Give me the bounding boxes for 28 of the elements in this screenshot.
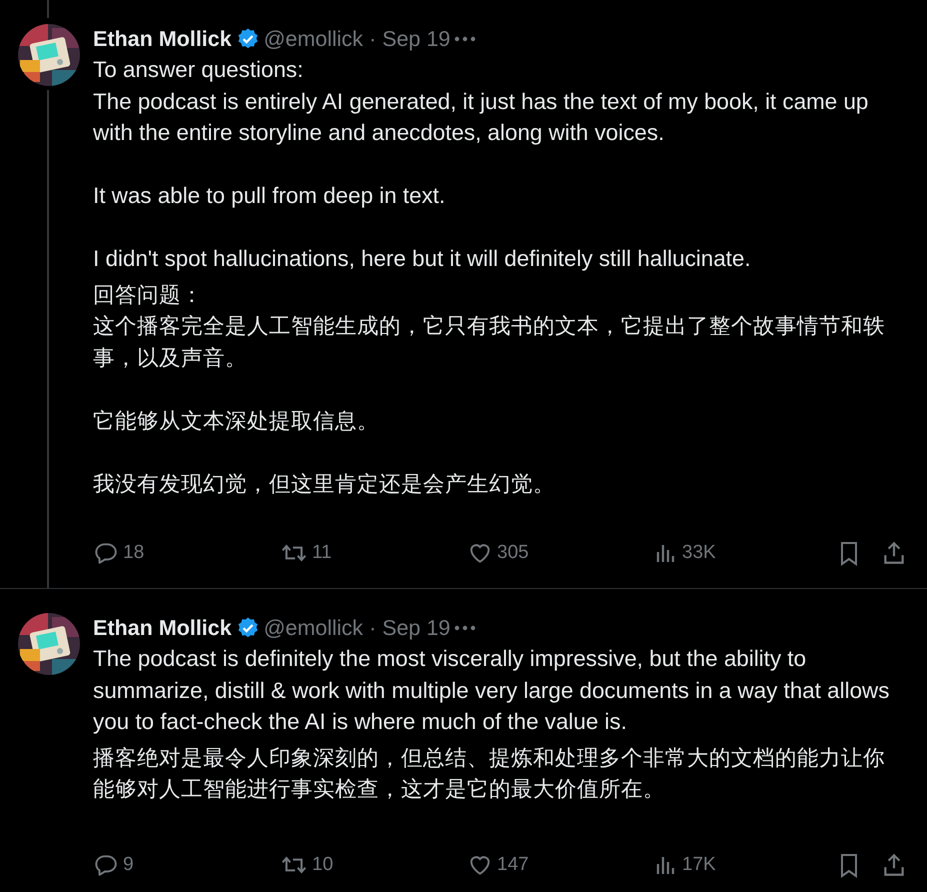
separator-dot: · — [369, 26, 376, 52]
author-handle[interactable]: @emollick — [264, 26, 364, 52]
tweet-text-line: To answer questions: — [93, 56, 304, 84]
reply-count: 9 — [123, 854, 134, 876]
tweet-date[interactable]: Sep 19 — [382, 616, 450, 640]
like-count: 147 — [497, 854, 529, 876]
repost-count: 10 — [312, 854, 334, 876]
author-handle[interactable]: @emollick — [264, 616, 364, 640]
separator-dot: · — [369, 616, 376, 640]
translated-text-line: 播客绝对是最令人印象深刻的，但总结、提炼和处理多个非常大的文档的能力让你能够对人工智能进行事实检查，这才是它的最大价值所在。 — [93, 744, 886, 803]
like-count: 305 — [497, 542, 529, 564]
translated-text-line: 这个播客完全是人工智能生成的，它只有我书的文本，它提出了整个故事情节和轶事，以及声音。 — [93, 312, 886, 372]
translated-text-line: 它能够从文本深处提取信息。 — [93, 406, 380, 434]
author-name[interactable]: Ethan Mollick — [93, 26, 232, 52]
tweet-text-line: The podcast is entirely AI generated, it just has the text of my book, it came up with the entire storyline and anecdotes, along with voices. — [93, 88, 870, 147]
more-icon[interactable] — [454, 625, 476, 631]
repost-count: 11 — [312, 542, 332, 564]
translated-text-line: 我没有发现幻觉，但这里肯定还是会产生幻觉。 — [93, 470, 556, 498]
author-name[interactable]: Ethan Mollick — [93, 616, 232, 640]
tweet-text-line: It was able to pull from deep in text. — [93, 182, 446, 210]
more-icon[interactable] — [454, 36, 476, 42]
view-count: 17K — [682, 854, 716, 876]
tweet-date[interactable]: Sep 19 — [382, 26, 450, 52]
translated-text-line: 回答问题： — [93, 280, 204, 308]
reply-count: 18 — [123, 542, 144, 564]
view-count: 33K — [682, 542, 716, 564]
tweet-text-line: I didn't spot hallucinations, here but it will definitely still hallucinate. — [93, 245, 752, 273]
tweet-text-line: The podcast is definitely the most viscerally impressive, but the ability to summarize, distill & work with multiple very large documents in a way that allows you to fact-check the AI is where much of the value is. — [93, 645, 890, 736]
